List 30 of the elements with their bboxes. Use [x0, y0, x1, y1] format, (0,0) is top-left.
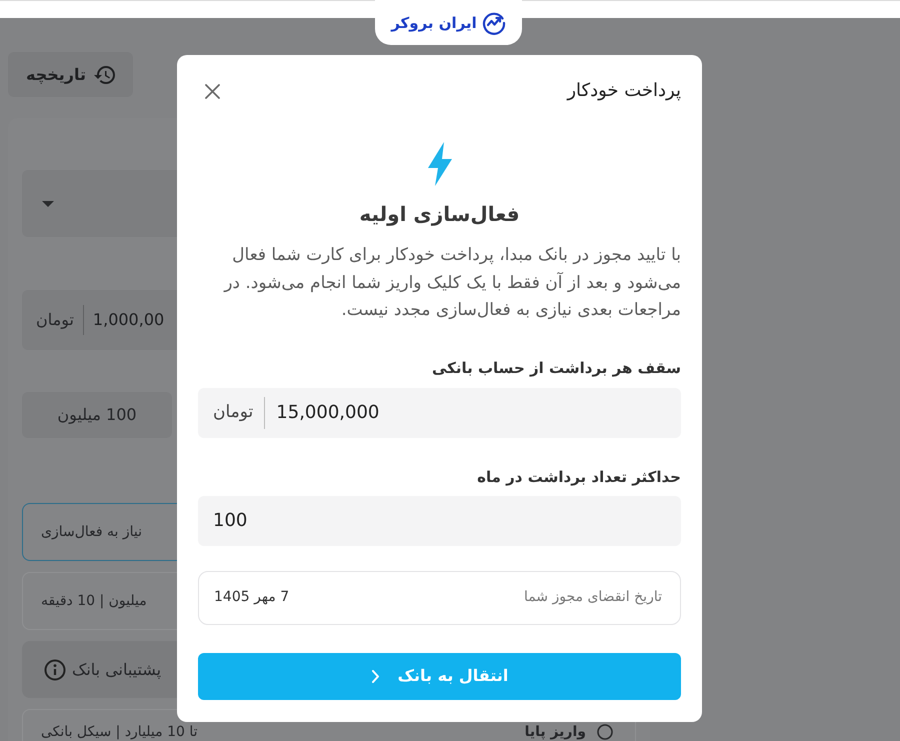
radio-button[interactable] — [597, 724, 613, 740]
option-detail: تا 10 میلیارد | سیکل بانکی — [41, 724, 198, 740]
field-label: سقف هر برداشت از حساب بانکی — [430, 358, 681, 379]
caret-icon — [42, 200, 54, 206]
chevron-icon — [370, 670, 380, 682]
count-input-field[interactable]: 100 — [198, 496, 681, 546]
currency-unit: تومان — [213, 400, 254, 424]
option-detail: نیاز به فعال‌سازی — [41, 524, 142, 540]
field-label: حداکثر تعداد برداشت در ماه — [476, 466, 681, 488]
preset-amount-button[interactable]: 100 میلیون — [22, 392, 172, 438]
lightning-bolt-icon — [426, 142, 452, 186]
info-icon — [44, 658, 66, 680]
option-title: واریز پایا — [524, 724, 586, 740]
currency-unit: تومان — [36, 309, 74, 331]
dialog-heading: فعال‌سازی اولیه — [358, 201, 521, 228]
expiry-date: 7 مهر 1405 — [214, 588, 290, 607]
dialog-title: پرداخت خودکار — [567, 79, 681, 103]
close-icon — [205, 84, 220, 98]
expiry-label: تاریخ انقضای مجوز شما — [524, 588, 663, 607]
amount-input[interactable]: 1,000,00 — [92, 308, 165, 332]
history-icon — [94, 66, 115, 84]
history-button[interactable]: تاریخچه — [8, 52, 133, 97]
chart-line-icon — [482, 10, 506, 34]
close-button[interactable] — [205, 84, 220, 98]
amount-input[interactable]: 15,000,000 — [276, 399, 666, 426]
notice-text: پشتیبانی بانک — [72, 658, 162, 681]
option-detail: میلیون | 10 دقیقه — [41, 593, 147, 609]
description-text: با تایید مجوز در بانک مبدا، پرداخت خودکار برای کارت شما فعال می‌شود و بعد از آن فقط با یک کلیک واریز شما انجام می‌شود. در مراجعات بعدی نیازی به فعال‌سازی مجدد نیست. — [222, 244, 681, 322]
brand-name[interactable]: ایران بروکر — [391, 12, 477, 32]
count-input[interactable]: 100 — [213, 507, 666, 534]
